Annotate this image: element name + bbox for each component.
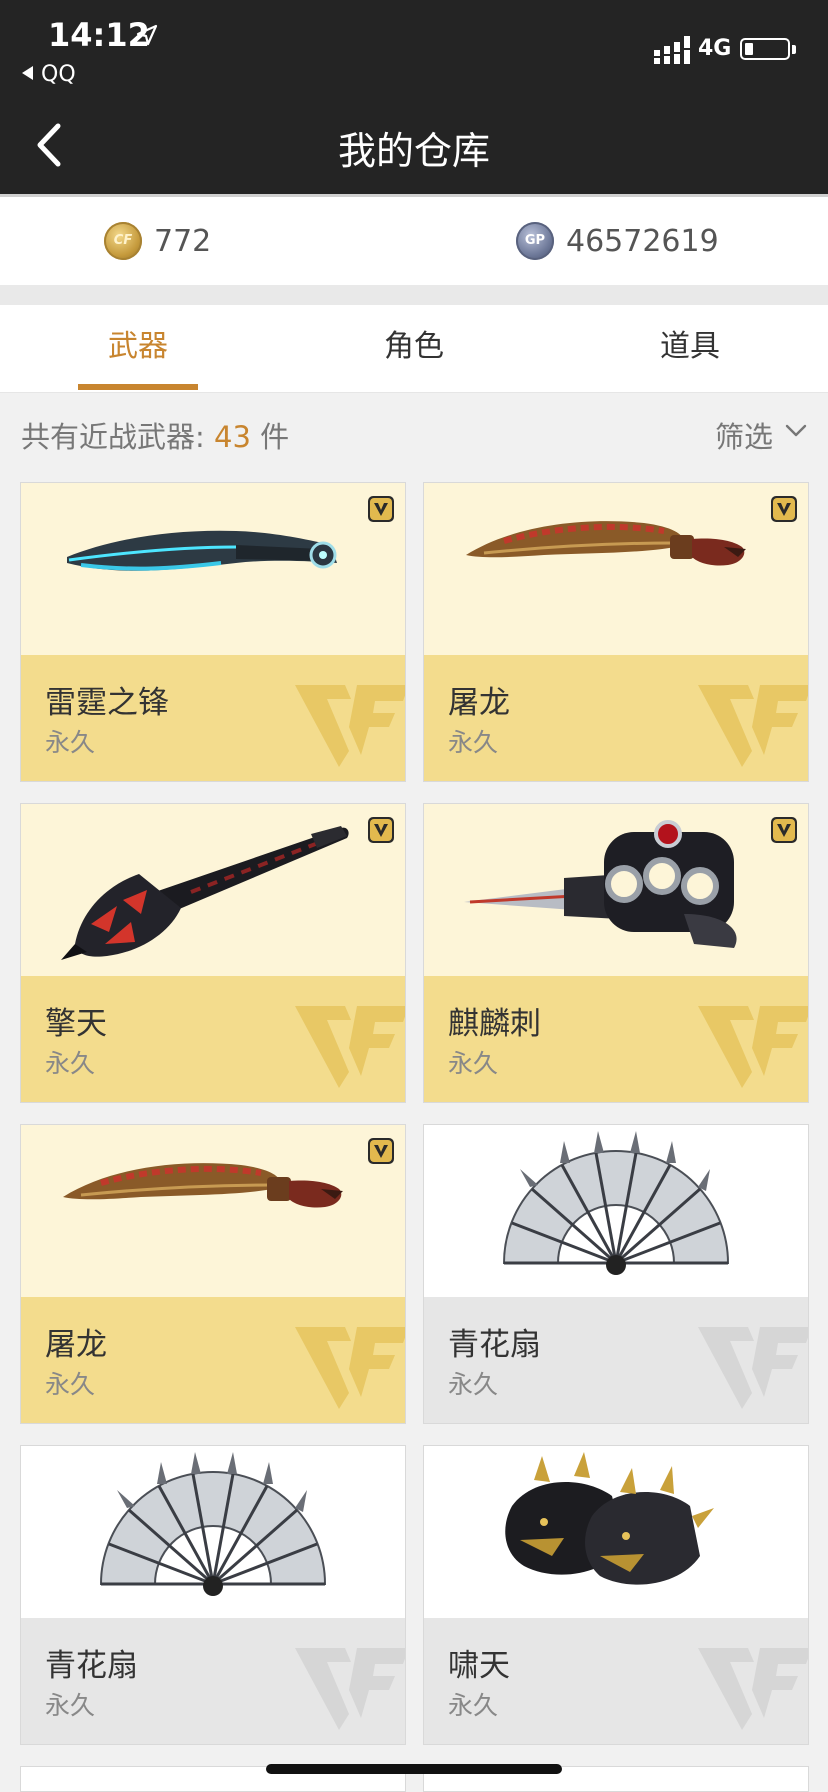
vip-badge-icon <box>368 817 394 843</box>
weapon-image <box>21 804 405 976</box>
location-arrow-icon <box>136 24 158 46</box>
weapon-image <box>21 1446 405 1618</box>
signal-icon <box>654 36 690 64</box>
tab-weapons[interactable]: 武器 <box>0 305 276 393</box>
vip-badge-icon <box>771 817 797 843</box>
cf-logo-watermark <box>698 1648 808 1730</box>
weapon-image <box>21 1125 405 1297</box>
weapon-card[interactable]: 擎天 永久 <box>20 803 406 1103</box>
battery-nub <box>792 45 796 54</box>
vip-badge-icon <box>771 496 797 522</box>
weapon-duration: 永久 <box>45 1049 96 1078</box>
list-header: 共有近战武器: 43 件 筛选 <box>0 394 828 468</box>
weapon-card[interactable]: 屠龙 永久 <box>423 482 809 782</box>
weapon-image <box>21 483 405 655</box>
weapon-name: 屠龙 <box>45 1327 107 1363</box>
weapon-image <box>424 1446 808 1618</box>
cf-coin-icon: CF <box>104 222 142 260</box>
cf-logo-watermark <box>698 1006 808 1088</box>
weapon-duration: 永久 <box>45 1370 96 1399</box>
active-tab-indicator <box>78 384 198 390</box>
weapon-info: 青花扇 永久 <box>424 1297 808 1423</box>
gp-points-value: 46572619 <box>566 223 719 259</box>
weapon-image <box>424 804 808 976</box>
cf-logo-watermark <box>295 1006 405 1088</box>
weapon-duration: 永久 <box>448 1691 499 1720</box>
weapon-duration: 永久 <box>45 1691 96 1720</box>
back-triangle-icon <box>22 66 33 80</box>
weapon-card[interactable]: 啸天 永久 <box>423 1445 809 1745</box>
weapon-info: 屠龙 永久 <box>21 1297 405 1423</box>
weapon-card[interactable]: 青花扇 永久 <box>20 1445 406 1745</box>
filter-button[interactable]: 筛选 <box>715 414 773 456</box>
weapon-name: 擎天 <box>45 1006 107 1042</box>
nav-bar: 14:12 QQ 4G 我的仓库 <box>0 0 828 194</box>
weapon-duration: 永久 <box>448 1370 499 1399</box>
weapon-name: 麒麟刺 <box>448 1006 541 1042</box>
weapon-name: 青花扇 <box>45 1648 138 1684</box>
chevron-down-icon[interactable] <box>784 418 808 442</box>
weapon-info: 麒麟刺 永久 <box>424 976 808 1102</box>
gp-coin-icon: GP <box>516 222 554 260</box>
home-indicator <box>266 1764 562 1774</box>
weapon-info: 擎天 永久 <box>21 976 405 1102</box>
status-time: 14:12 <box>48 16 150 54</box>
item-count: 共有近战武器: 43 件 <box>21 420 290 454</box>
category-tabs: 武器 角色 道具 <box>0 305 828 393</box>
weapon-duration: 永久 <box>448 1049 499 1078</box>
back-app-label: QQ <box>41 62 76 87</box>
page-title: 我的仓库 <box>337 129 490 173</box>
cf-logo-watermark <box>295 685 405 767</box>
weapon-name: 啸天 <box>448 1648 510 1684</box>
weapon-card[interactable]: 麒麟刺 永久 <box>423 803 809 1103</box>
weapon-name: 青花扇 <box>448 1327 541 1363</box>
weapon-info: 啸天 永久 <box>424 1618 808 1744</box>
weapon-duration: 永久 <box>45 728 96 757</box>
tab-items[interactable]: 道具 <box>552 305 828 393</box>
tab-characters[interactable]: 角色 <box>276 305 552 393</box>
vip-badge-icon <box>368 496 394 522</box>
gp-points: GP 46572619 <box>516 221 719 261</box>
weapon-name: 雷霆之锋 <box>45 685 169 721</box>
cf-logo-watermark <box>698 685 808 767</box>
cf-points-value: 772 <box>154 223 212 259</box>
section-gap <box>0 285 828 305</box>
cf-logo-watermark <box>295 1648 405 1730</box>
weapon-info: 青花扇 永久 <box>21 1618 405 1744</box>
cf-logo-watermark <box>295 1327 405 1409</box>
battery-icon <box>740 38 790 60</box>
cf-logo-watermark <box>698 1327 808 1409</box>
weapon-info: 屠龙 永久 <box>424 655 808 781</box>
weapon-card[interactable]: 青花扇 永久 <box>423 1124 809 1424</box>
weapon-image <box>424 483 808 655</box>
weapon-name: 屠龙 <box>448 685 510 721</box>
cf-points: CF 772 <box>104 221 211 261</box>
weapon-card[interactable]: 屠龙 永久 <box>20 1124 406 1424</box>
currency-bar: CF 772 GP 46572619 <box>0 197 828 285</box>
network-type: 4G <box>698 36 732 61</box>
vip-badge-icon <box>368 1138 394 1164</box>
weapon-info: 雷霆之锋 永久 <box>21 655 405 781</box>
weapon-card[interactable]: 雷霆之锋 永久 <box>20 482 406 782</box>
back-to-app-link[interactable]: QQ <box>22 62 76 87</box>
weapon-duration: 永久 <box>448 728 499 757</box>
weapon-image <box>424 1125 808 1297</box>
